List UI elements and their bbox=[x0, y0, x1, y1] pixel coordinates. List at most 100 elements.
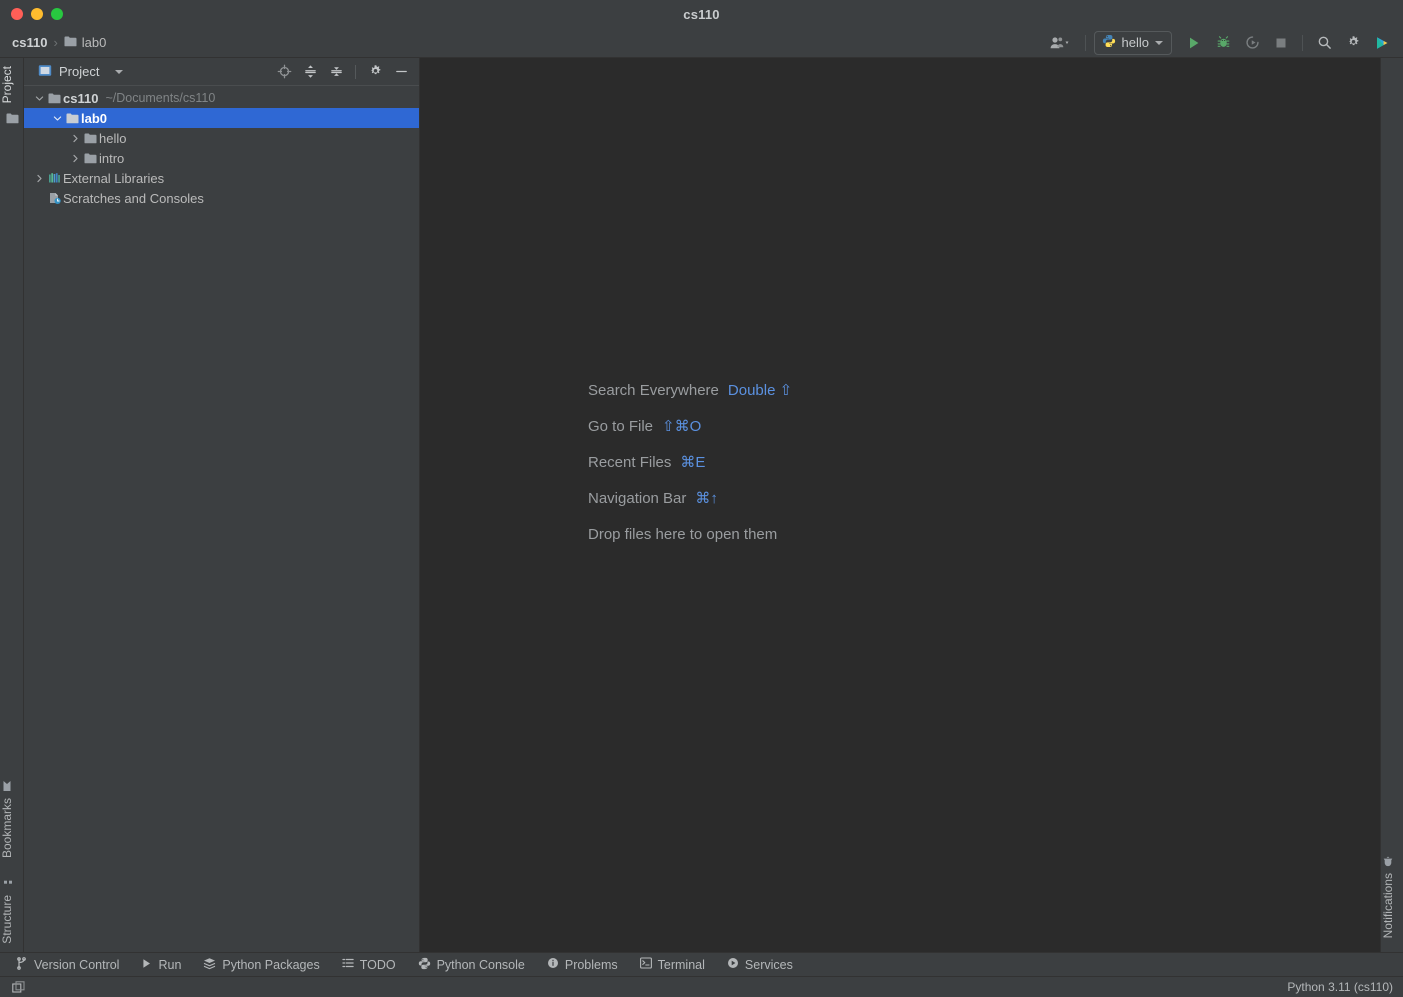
bottom-item-label: Services bbox=[745, 958, 793, 972]
project-pane-actions bbox=[272, 61, 413, 83]
terminal-icon bbox=[640, 957, 652, 972]
hint-search-everywhere[interactable]: Search Everywhere Double ⇧ bbox=[588, 372, 792, 408]
hint-label: Navigation Bar bbox=[588, 490, 686, 507]
project-window-icon bbox=[38, 64, 52, 80]
chevron-down-icon[interactable] bbox=[50, 114, 64, 123]
tree-label: cs110 bbox=[63, 91, 98, 106]
debug-button[interactable] bbox=[1210, 31, 1236, 55]
folder-icon bbox=[82, 133, 99, 144]
left-rail-bottom: Bookmarks Structure bbox=[0, 769, 24, 952]
drop-hint-label: Drop files here to open them bbox=[588, 526, 777, 543]
chevron-down-icon bbox=[1155, 41, 1163, 45]
collapse-all-button[interactable] bbox=[324, 61, 348, 83]
tree-row-hello[interactable]: hello bbox=[24, 128, 419, 148]
project-pane-label: Project bbox=[59, 64, 99, 79]
hint-recent-files[interactable]: Recent Files ⌘E bbox=[588, 444, 792, 480]
interpreter-selector[interactable]: Python 3.11 (cs110) bbox=[1287, 980, 1393, 994]
stop-button[interactable] bbox=[1268, 31, 1294, 55]
sidebar-item-structure[interactable]: Structure bbox=[0, 866, 14, 952]
left-tool-rail: Project Bookmarks Structure bbox=[0, 58, 24, 952]
hint-label: Recent Files bbox=[588, 454, 671, 471]
bottom-item-services[interactable]: Services bbox=[716, 953, 804, 977]
ai-assistant-button[interactable] bbox=[1369, 31, 1395, 55]
chevron-right-icon[interactable] bbox=[32, 174, 46, 183]
tree-row-cs110[interactable]: cs110 ~/Documents/cs110 bbox=[24, 88, 419, 108]
breadcrumb-current[interactable]: lab0 bbox=[64, 35, 107, 50]
tree-label: External Libraries bbox=[63, 171, 164, 186]
libraries-icon bbox=[46, 172, 63, 184]
tree-row-external-libraries[interactable]: External Libraries bbox=[24, 168, 419, 188]
right-tool-rail: Notifications bbox=[1380, 58, 1403, 952]
minimize-button[interactable] bbox=[31, 8, 43, 20]
search-button[interactable] bbox=[1311, 31, 1337, 55]
status-bar: Python 3.11 (cs110) bbox=[0, 976, 1403, 997]
bookmark-icon bbox=[2, 777, 12, 792]
tree-row-lab0[interactable]: lab0 bbox=[24, 108, 419, 128]
hint-go-to-file[interactable]: Go to File ⇧⌘O bbox=[588, 408, 792, 444]
toolbar-actions: hello bbox=[1043, 31, 1395, 55]
hide-pane-button[interactable] bbox=[389, 61, 413, 83]
layout-icon[interactable] bbox=[6, 981, 31, 994]
hint-label: Search Everywhere bbox=[588, 382, 719, 399]
sidebar-item-bookmarks[interactable]: Bookmarks bbox=[0, 769, 14, 866]
bottom-item-label: Problems bbox=[565, 958, 618, 972]
status-bar-right: Python 3.11 (cs110) bbox=[1287, 980, 1393, 994]
editor-area[interactable]: Search Everywhere Double ⇧ Go to File ⇧⌘… bbox=[420, 58, 1380, 952]
toolbar-divider-2 bbox=[1302, 35, 1303, 51]
pane-options-button[interactable] bbox=[363, 61, 387, 83]
bottom-item-run[interactable]: Run bbox=[130, 953, 192, 977]
bottom-item-python-console[interactable]: Python Console bbox=[407, 953, 536, 977]
bell-icon bbox=[1382, 851, 1394, 867]
expand-all-button[interactable] bbox=[298, 61, 322, 83]
chevron-down-icon[interactable] bbox=[32, 94, 46, 103]
sidebar-item-notifications[interactable]: Notifications bbox=[1381, 843, 1395, 946]
select-opened-file-button[interactable] bbox=[272, 61, 296, 83]
hint-navigation-bar[interactable]: Navigation Bar ⌘↑ bbox=[588, 480, 792, 516]
close-button[interactable] bbox=[11, 8, 23, 20]
account-button[interactable] bbox=[1043, 31, 1077, 55]
run-button[interactable] bbox=[1181, 31, 1207, 55]
hint-shortcut: Double ⇧ bbox=[728, 381, 792, 399]
bottom-item-todo[interactable]: TODO bbox=[331, 953, 407, 977]
run-configuration-name: hello bbox=[1122, 35, 1149, 50]
bottom-item-terminal[interactable]: Terminal bbox=[629, 953, 716, 977]
main-toolbar: cs110 › lab0 bbox=[0, 28, 1403, 58]
hint-shortcut: ⌘↑ bbox=[695, 489, 718, 507]
toolbar-divider bbox=[1085, 35, 1086, 51]
python-logo-icon bbox=[1102, 34, 1116, 51]
right-rail-bottom: Notifications bbox=[1381, 843, 1403, 952]
tree-path: ~/Documents/cs110 bbox=[105, 91, 215, 105]
chevron-right-icon[interactable] bbox=[68, 154, 82, 163]
chevron-right-icon[interactable] bbox=[68, 134, 82, 143]
bottom-item-label: Python Packages bbox=[222, 958, 319, 972]
tree-row-intro[interactable]: intro bbox=[24, 148, 419, 168]
bookmarks-label: Bookmarks bbox=[0, 798, 14, 858]
packages-icon bbox=[203, 957, 216, 973]
settings-button[interactable] bbox=[1340, 31, 1366, 55]
bottom-item-python-packages[interactable]: Python Packages bbox=[192, 953, 330, 977]
bottom-item-label: TODO bbox=[360, 958, 396, 972]
breadcrumb: cs110 › lab0 bbox=[12, 35, 106, 50]
python-icon bbox=[418, 957, 431, 973]
window-controls bbox=[11, 0, 63, 28]
bottom-item-version-control[interactable]: Version Control bbox=[8, 953, 130, 977]
project-pane-title[interactable]: Project bbox=[38, 64, 123, 80]
structure-label: Structure bbox=[0, 895, 14, 944]
breadcrumb-project[interactable]: cs110 bbox=[12, 35, 47, 50]
run-with-coverage-button[interactable] bbox=[1239, 31, 1265, 55]
zoom-button[interactable] bbox=[51, 8, 63, 20]
bottom-item-problems[interactable]: Problems bbox=[536, 953, 629, 977]
sidebar-item-project[interactable]: Project bbox=[0, 58, 14, 111]
pycharm-window: cs110 cs110 › lab0 bbox=[0, 0, 1403, 997]
notifications-label: Notifications bbox=[1381, 873, 1395, 938]
folder-icon bbox=[64, 113, 81, 124]
bottom-item-label: Run bbox=[158, 958, 181, 972]
breadcrumb-separator: › bbox=[52, 35, 58, 50]
breadcrumb-current-label: lab0 bbox=[82, 35, 107, 50]
pane-action-divider bbox=[355, 65, 356, 79]
run-configuration-selector[interactable]: hello bbox=[1094, 31, 1172, 55]
bottom-item-label: Version Control bbox=[34, 958, 119, 972]
folder-icon bbox=[64, 35, 77, 50]
main-body: Project Bookmarks Structure bbox=[0, 58, 1403, 952]
tree-row-scratches-and-consoles[interactable]: Scratches and Consoles bbox=[24, 188, 419, 208]
